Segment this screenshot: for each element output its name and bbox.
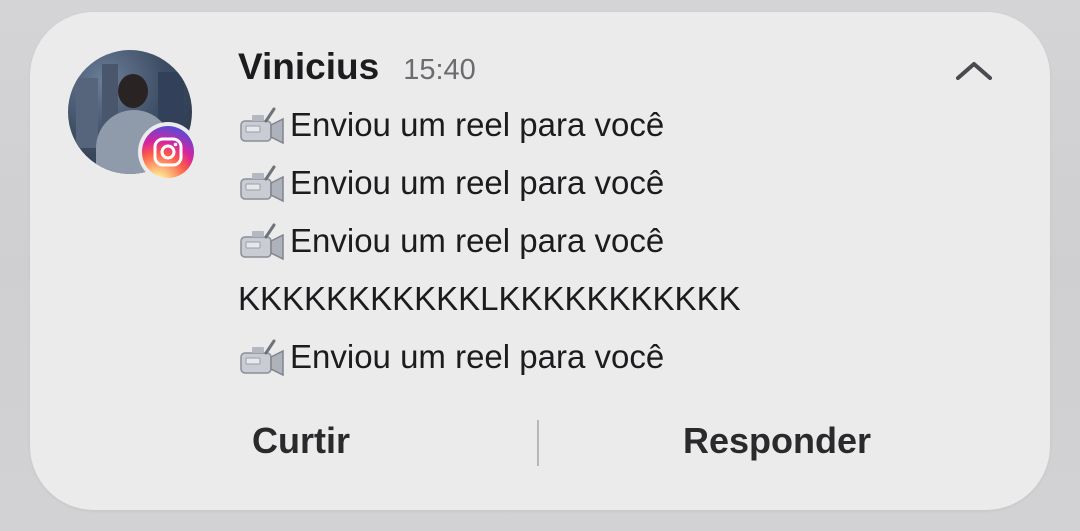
instagram-badge [138,122,198,182]
video-camera-icon [238,221,290,261]
message-list: Enviou um reel para você Enviou um reel p… [238,96,1018,386]
message-line: Enviou um reel para você [238,212,1018,270]
action-bar: Curtir Responder [30,412,1050,478]
instagram-icon [142,126,194,178]
message-text: Enviou um reel para você [290,106,665,143]
notification-card[interactable]: Vinicius 15:40 Enviou um reel para você E… [30,12,1050,510]
sender-avatar-group [68,50,198,182]
message-line: KKKKKKKKKKKLKKKKKKKKKKK [238,270,1018,328]
video-camera-icon [238,337,290,377]
video-camera-icon [238,105,290,145]
message-line: Enviou um reel para você [238,96,1018,154]
action-divider [537,420,539,466]
message-text: Enviou um reel para você [290,338,665,375]
like-button[interactable]: Curtir [252,420,350,462]
message-text: Enviou um reel para você [290,222,665,259]
sender-name: Vinicius [238,46,380,87]
video-camera-icon [238,163,290,203]
message-text: KKKKKKKKKKKLKKKKKKKKKKK [238,280,741,317]
timestamp: 15:40 [403,54,476,86]
chevron-up-icon[interactable] [952,56,996,86]
notification-header: Vinicius 15:40 [238,46,476,88]
reply-button[interactable]: Responder [683,420,871,462]
message-line: Enviou um reel para você [238,328,1018,386]
message-text: Enviou um reel para você [290,164,665,201]
message-line: Enviou um reel para você [238,154,1018,212]
